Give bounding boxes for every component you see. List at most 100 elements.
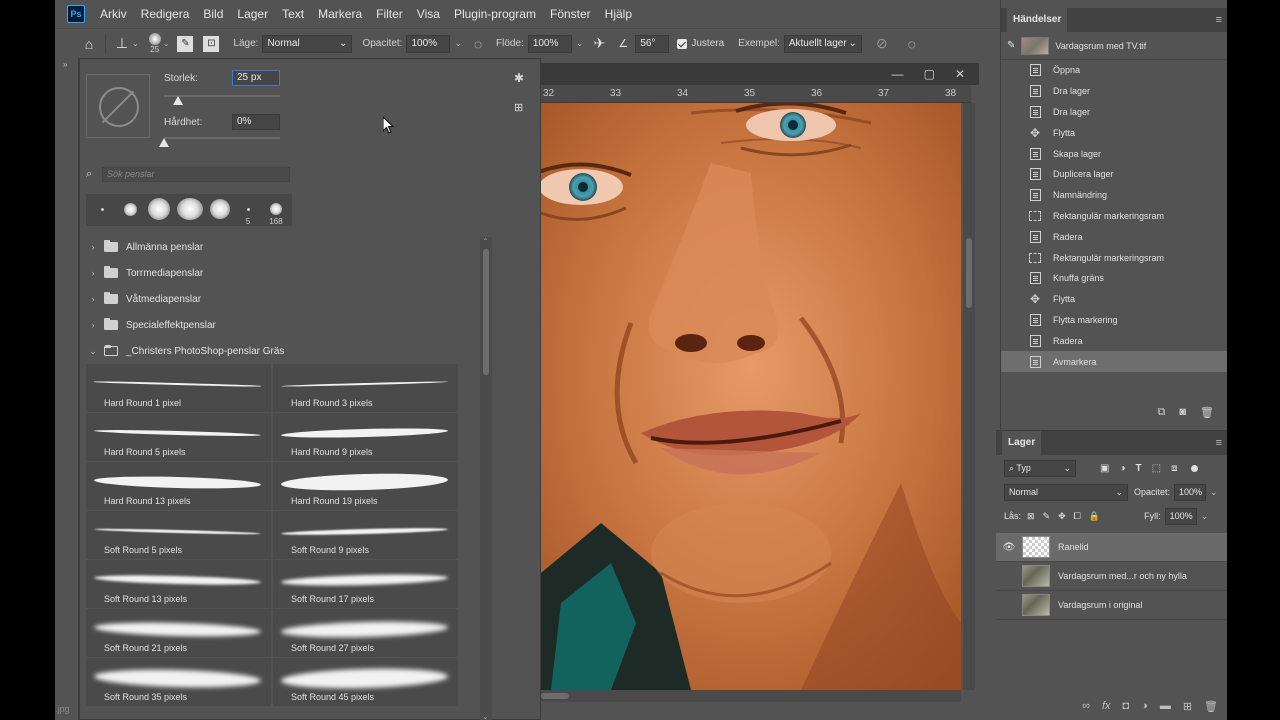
filter-pixel-icon[interactable]: ▣ xyxy=(1100,463,1109,474)
panel-menu-icon[interactable]: ≡ xyxy=(1216,437,1222,449)
brush-folder[interactable]: › Allmänna penslar xyxy=(86,234,486,260)
pressure-opacity-icon[interactable]: ◌ xyxy=(468,34,488,54)
opacity-field[interactable]: 100% xyxy=(406,34,451,53)
brush-tile[interactable]: Hard Round 5 pixels xyxy=(86,413,271,461)
brush-folder[interactable]: › Torrmediapenslar xyxy=(86,260,486,286)
brush-tile[interactable]: Hard Round 3 pixels xyxy=(273,364,458,412)
new-group-icon[interactable]: ▬ xyxy=(1160,700,1171,712)
tool-dropdown-chevron-icon[interactable]: ⌄ xyxy=(132,39,139,48)
lock-image-icon[interactable]: ✎ xyxy=(1043,511,1051,522)
brush-list-scrollbar[interactable]: ⌃ ⌄ xyxy=(480,237,492,720)
lock-position-icon[interactable]: ✥ xyxy=(1058,511,1066,522)
brush-tip-preview[interactable] xyxy=(86,74,150,138)
filter-toggle-icon[interactable] xyxy=(1191,464,1199,472)
brush-folder[interactable]: ⌄ _Christers PhotoShop-penslar Gräs xyxy=(86,338,486,364)
size-field[interactable]: 25 px xyxy=(232,70,280,86)
scroll-down-icon[interactable]: ⌄ xyxy=(482,712,489,720)
history-state[interactable]: Öppna xyxy=(1001,60,1227,81)
brush-tile[interactable]: Soft Round 17 pixels xyxy=(273,560,458,608)
mode-select[interactable]: Normal ⌄ xyxy=(262,34,353,53)
minimize-icon[interactable]: — xyxy=(892,67,904,81)
menu-markera[interactable]: Markera xyxy=(311,0,369,28)
link-layers-icon[interactable]: ∞ xyxy=(1082,700,1090,712)
blend-mode-select[interactable]: Normal ⌄ xyxy=(1004,483,1128,501)
history-state[interactable]: Dra lager xyxy=(1001,102,1227,123)
history-brush-source-slot[interactable] xyxy=(1001,331,1025,351)
chevron-right-icon[interactable]: › xyxy=(86,320,100,330)
scrollbar-thumb[interactable] xyxy=(483,249,489,375)
hardness-slider[interactable] xyxy=(164,137,280,139)
layer-row[interactable]: Vardagsrum med...r och ny hylla xyxy=(996,562,1227,591)
menu-redigera[interactable]: Redigera xyxy=(134,0,197,28)
history-state[interactable]: Dra lager xyxy=(1001,81,1227,102)
menu-arkiv[interactable]: Arkiv xyxy=(93,0,134,28)
lock-all-icon[interactable]: 🔒 xyxy=(1089,511,1100,522)
history-state[interactable]: Duplicera lager xyxy=(1001,164,1227,185)
eye-icon[interactable]: 👁 xyxy=(996,542,1022,553)
history-state[interactable]: Flytta markering xyxy=(1001,310,1227,331)
history-state[interactable]: Radera xyxy=(1001,226,1227,247)
align-checkbox[interactable] xyxy=(677,38,688,49)
menu-lager[interactable]: Lager xyxy=(230,0,275,28)
flow-chevron-icon[interactable]: ⌄ xyxy=(576,38,584,49)
hardness-slider-thumb[interactable] xyxy=(159,138,169,147)
add-mask-icon[interactable]: ◘ xyxy=(1123,700,1130,712)
brush-source-icon[interactable]: ✎ xyxy=(1007,40,1015,51)
opacity-chevron-icon[interactable]: ⌄ xyxy=(454,38,462,49)
filter-adjustment-icon[interactable]: ◑ xyxy=(1119,463,1125,474)
brush-preset[interactable]: 168 xyxy=(266,198,286,226)
menu-text[interactable]: Text xyxy=(275,0,311,28)
filter-type-select[interactable]: ⌕ Typ ⌄ xyxy=(1004,459,1076,477)
menu-filter[interactable]: Filter xyxy=(369,0,410,28)
scrollbar-thumb[interactable] xyxy=(541,693,569,699)
menu-plugin[interactable]: Plugin-program xyxy=(447,0,543,28)
history-brush-source-slot[interactable] xyxy=(1001,310,1025,330)
history-brush-source-slot[interactable] xyxy=(1001,123,1025,143)
scrollbar-thumb[interactable] xyxy=(966,238,972,308)
airbrush-icon[interactable]: ✈ xyxy=(589,34,609,54)
history-brush-source-slot[interactable] xyxy=(1001,185,1025,205)
history-brush-source-slot[interactable] xyxy=(1001,144,1025,164)
brush-tile[interactable]: Soft Round 27 pixels xyxy=(273,609,458,657)
brush-tile[interactable]: Hard Round 19 pixels xyxy=(273,462,458,510)
history-state[interactable]: ✥ Flytta xyxy=(1001,122,1227,143)
new-layer-icon[interactable]: ⊞ xyxy=(1183,700,1192,713)
panel-menu-icon[interactable]: ≡ xyxy=(1216,14,1222,26)
chevron-down-icon[interactable]: ⌄ xyxy=(86,346,100,357)
lock-transparent-icon[interactable]: ⊠ xyxy=(1027,511,1035,522)
pressure-size-icon[interactable]: ◌ xyxy=(902,34,922,54)
history-state[interactable]: Namnändring xyxy=(1001,185,1227,206)
brush-tile[interactable]: Soft Round 45 pixels xyxy=(273,658,458,706)
filter-type-layer-icon[interactable]: T xyxy=(1136,463,1142,474)
trash-icon[interactable]: 🗑 xyxy=(1204,700,1218,713)
opacity-chevron-icon[interactable]: ⌄ xyxy=(1210,487,1218,498)
brush-preset[interactable] xyxy=(177,198,203,226)
brush-preset[interactable] xyxy=(210,198,230,226)
menu-visa[interactable]: Visa xyxy=(410,0,447,28)
gear-icon[interactable]: ✱ xyxy=(514,71,524,85)
chevron-right-icon[interactable]: › xyxy=(86,294,100,304)
history-state[interactable]: Rektangulär markeringsram xyxy=(1001,247,1227,268)
brush-tile[interactable]: Soft Round 35 pixels xyxy=(86,658,271,706)
new-document-icon[interactable]: ⧉ xyxy=(1158,406,1166,419)
chevron-right-icon[interactable]: › xyxy=(86,268,100,278)
history-state[interactable]: Radera xyxy=(1001,330,1227,351)
brush-tile[interactable]: Hard Round 1 pixel xyxy=(86,364,271,412)
scroll-up-icon[interactable]: ⌃ xyxy=(482,237,489,246)
filter-shape-icon[interactable]: ⬚ xyxy=(1152,463,1161,474)
hardness-field[interactable]: 0% xyxy=(232,114,280,130)
brush-preset-picker[interactable]: 25 xyxy=(148,33,161,54)
maximize-icon[interactable]: ▢ xyxy=(924,67,935,81)
brush-tile[interactable]: Hard Round 9 pixels xyxy=(273,413,458,461)
new-preset-icon[interactable]: ⊞ xyxy=(514,101,523,114)
history-brush-source-slot[interactable] xyxy=(1001,248,1025,268)
history-brush-source-slot[interactable] xyxy=(1001,227,1025,247)
brush-preset[interactable] xyxy=(148,198,170,226)
brush-folder[interactable]: › Våtmediapenslar xyxy=(86,286,486,312)
home-icon[interactable]: ⌂ xyxy=(79,34,99,54)
fill-field[interactable]: 100% xyxy=(1164,507,1197,525)
fx-icon[interactable]: fx xyxy=(1102,700,1111,712)
history-state[interactable]: ✥ Flytta xyxy=(1001,289,1227,310)
menu-bild[interactable]: Bild xyxy=(196,0,230,28)
brush-tile[interactable]: Soft Round 9 pixels xyxy=(273,511,458,559)
